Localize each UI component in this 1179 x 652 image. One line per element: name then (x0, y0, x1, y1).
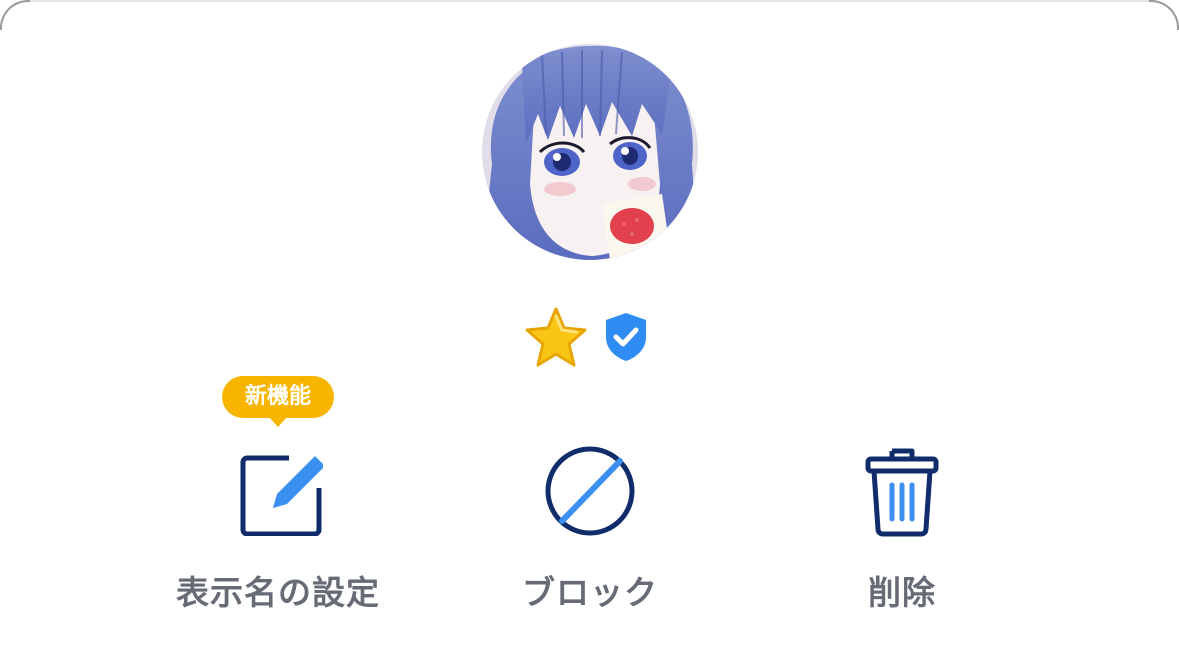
action-bar: 表示名の設定 ブロック 削除 (0, 440, 1179, 620)
edit-icon (233, 446, 325, 540)
block-label: ブロック (522, 573, 658, 612)
set-display-name-button[interactable]: 表示名の設定 (128, 440, 428, 620)
star-icon (524, 306, 588, 368)
sheet-corner-right (1149, 0, 1179, 30)
delete-button[interactable]: 削除 (752, 440, 1052, 620)
sheet-corner-left (0, 0, 30, 30)
avatar[interactable] (482, 44, 698, 260)
set-display-name-label: 表示名の設定 (176, 573, 380, 612)
profile-badges (524, 306, 656, 368)
block-icon (544, 445, 636, 541)
trash-icon (862, 445, 942, 541)
verified-shield-icon (602, 311, 650, 363)
avatar-illustration (482, 44, 698, 260)
block-button[interactable]: ブロック (440, 440, 740, 620)
new-feature-badge: 新機能 (222, 376, 334, 427)
delete-label: 削除 (868, 573, 936, 612)
profile-sheet: 新機能 表示名の設定 ブロック 削除 (0, 0, 1179, 652)
